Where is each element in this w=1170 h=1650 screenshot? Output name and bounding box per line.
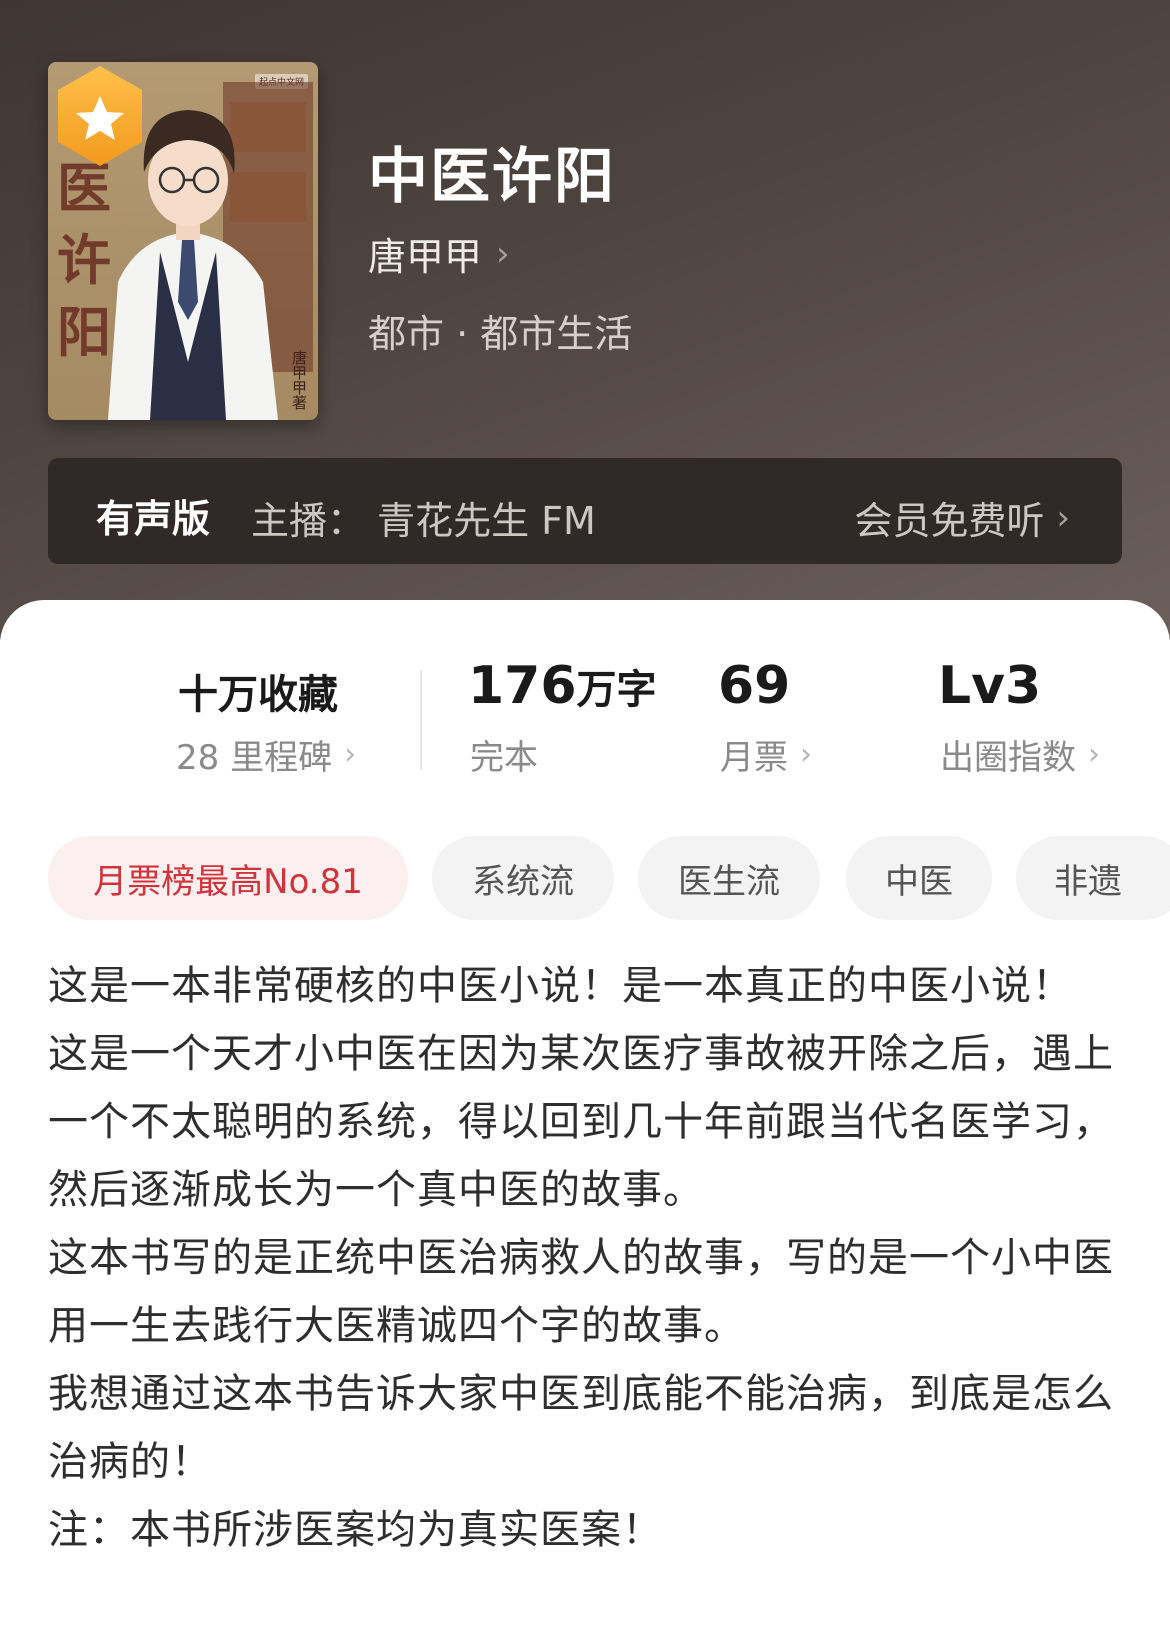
audiobook-bar[interactable]: 有声版 主播： 青花先生 FM 会员免费听 › (48, 458, 1122, 564)
tag-system[interactable]: 系统流 (432, 836, 614, 920)
member-free-listen-button[interactable]: 会员免费听 › (854, 490, 1070, 545)
milestones-label: 28 里程碑 (176, 738, 333, 778)
book-header: 起点中文网 中 医 许 阳 (0, 0, 1170, 640)
tag-heritage[interactable]: 非遗 (1016, 836, 1170, 920)
author-name: 唐甲甲 (368, 235, 483, 279)
book-description: 这是一本非常硬核的中医小说！是一本真正的中医小说！ 这是一个天才小中医在因为某次… (48, 952, 1128, 1564)
popularity-index-link[interactable]: 出圈指数 › (940, 730, 1100, 779)
tag-doctor[interactable]: 医生流 (638, 836, 820, 920)
chevron-right-icon: › (496, 233, 510, 274)
word-count: 176万字 (468, 656, 657, 716)
description-paragraph: 这本书写的是正统中医治病救人的故事，写的是一个小中医用一生去践行大医精诚四个字的… (48, 1235, 1114, 1349)
chevron-right-icon: › (344, 737, 357, 772)
book-genre: 都市 · 都市生活 (368, 312, 633, 356)
description-paragraph: 这是一本非常硬核的中医小说！是一本真正的中医小说！ (48, 963, 1073, 1009)
chevron-right-icon: › (800, 737, 812, 772)
monthly-votes-count: 69 (718, 656, 791, 716)
tag-tcm[interactable]: 中医 (846, 836, 992, 920)
cover-author-signature: 唐甲甲著 (290, 350, 308, 410)
chevron-right-icon: › (1056, 497, 1070, 538)
tag-rank[interactable]: 月票榜最高No.81 (48, 836, 408, 920)
description-paragraph: 我想通过这本书告诉大家中医到底能不能治病，到底是怎么治病的！ (48, 1371, 1114, 1485)
stats-divider (420, 670, 422, 770)
book-title: 中医许阳 (368, 142, 616, 212)
monthly-votes-link[interactable]: 月票 › (720, 730, 812, 779)
completion-status: 完本 (470, 738, 538, 778)
chevron-right-icon: › (1088, 737, 1100, 772)
word-count-value: 176 (468, 656, 577, 716)
star-hexagon-icon (58, 66, 142, 166)
member-free-listen-label: 会员免费听 (854, 499, 1045, 543)
word-count-unit: 万字 (576, 667, 657, 713)
popularity-index-label: 出圈指数 (940, 738, 1076, 778)
description-paragraph: 这是一个天才小中医在因为某次医疗事故被开除之后，遇上一个不太聪明的系统，得以回到… (48, 1031, 1114, 1213)
monthly-votes-label: 月票 (720, 738, 788, 778)
collections-count: 十万收藏 (178, 672, 338, 718)
milestones-link[interactable]: 28 里程碑 › (176, 730, 356, 779)
popularity-level: Lv3 (938, 656, 1042, 716)
audio-version-label: 有声版 (96, 497, 211, 541)
description-paragraph: 注：本书所涉医案均为真实医案！ (48, 1507, 663, 1553)
author-link[interactable]: 唐甲甲 › (368, 226, 510, 281)
audio-host: 主播： 青花先生 FM (251, 499, 596, 543)
